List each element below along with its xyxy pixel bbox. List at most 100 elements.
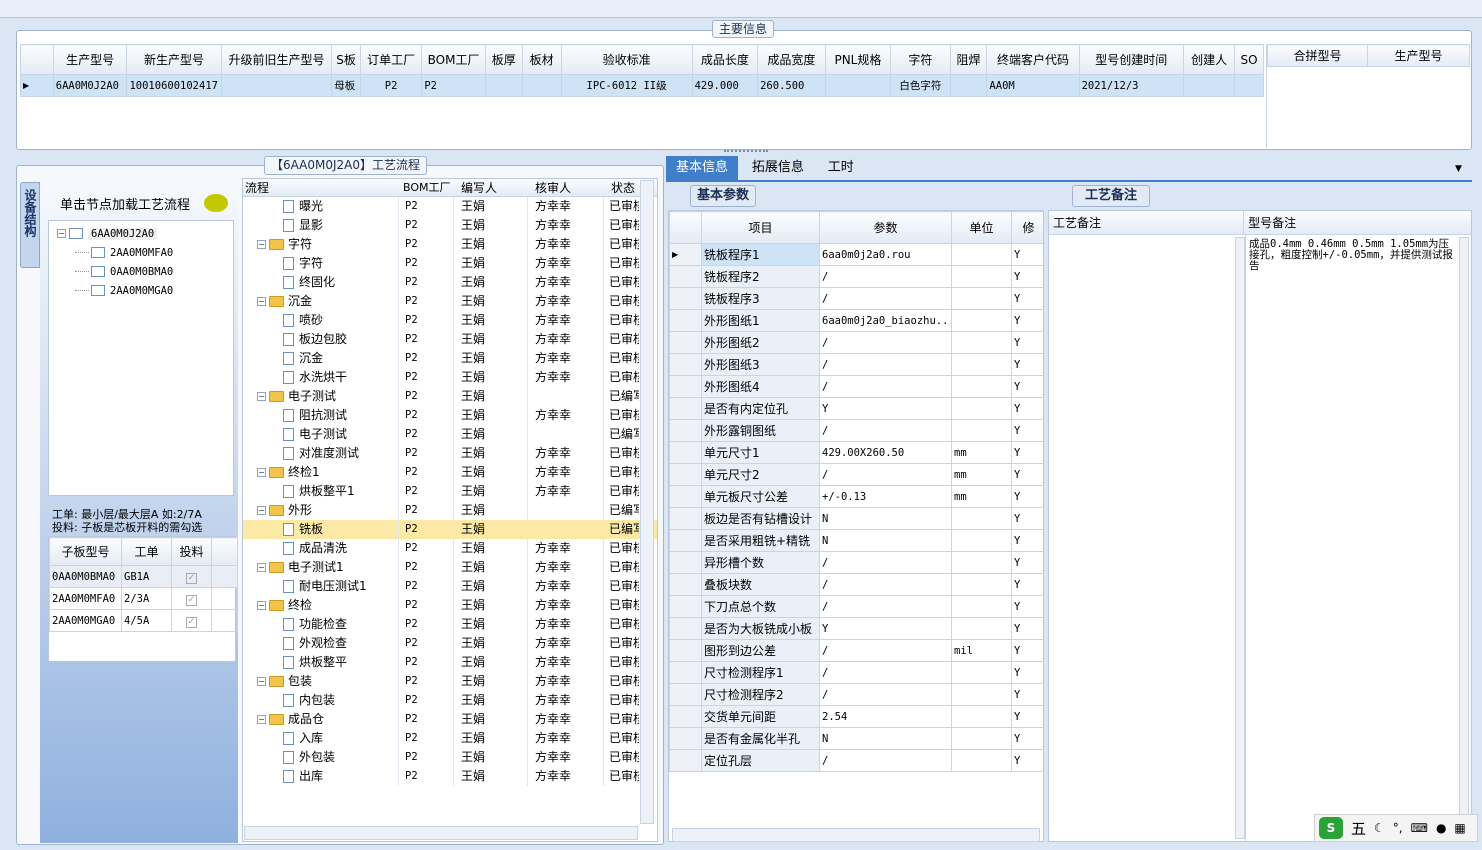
param-row[interactable]: 尺寸检测程序1/ Y xyxy=(669,661,1043,684)
process-row[interactable]: − 电子测试 P2 王娟 已编写 xyxy=(243,387,657,406)
merge-col-model[interactable]: 合拼型号 xyxy=(1267,44,1368,67)
main-cell-6[interactable] xyxy=(484,74,523,97)
param-flag[interactable]: Y xyxy=(1011,617,1043,640)
param-flag[interactable]: Y xyxy=(1011,507,1043,530)
splitter-handle[interactable] xyxy=(724,150,768,154)
param-row[interactable]: 外形露铜图纸 / Y xyxy=(669,419,1043,442)
param-flag[interactable]: Y xyxy=(1011,639,1043,662)
main-col-17[interactable]: SO xyxy=(1234,44,1264,75)
main-cell-5[interactable]: P2 xyxy=(421,74,486,97)
sub-col-order[interactable]: 工单 xyxy=(121,537,172,566)
collapse-icon[interactable]: − xyxy=(257,715,266,724)
collapse-icon[interactable]: − xyxy=(257,506,266,515)
param-flag[interactable]: Y xyxy=(1011,265,1043,288)
col-flow[interactable]: 流程 xyxy=(245,179,269,197)
param-flag[interactable]: Y xyxy=(1011,463,1043,486)
param-value[interactable]: N xyxy=(819,529,952,552)
main-cell-14[interactable]: AA0M xyxy=(986,74,1080,97)
main-col-11[interactable]: PNL规格 xyxy=(824,44,892,75)
params-col-flag[interactable]: 修 xyxy=(1011,211,1043,244)
col-bom[interactable]: BOM工厂 xyxy=(403,179,451,197)
param-value[interactable]: +/-0.13 xyxy=(819,485,952,508)
params-col-item[interactable]: 项目 xyxy=(701,211,820,244)
params-hscroll[interactable] xyxy=(672,828,1040,842)
process-row[interactable]: 烘板整平1 P2 王娟 方幸幸 已审核 xyxy=(243,482,657,501)
params-col-value[interactable]: 参数 xyxy=(819,211,952,244)
param-row[interactable]: 单元尺寸2/mm Y xyxy=(669,463,1043,486)
model-note-text[interactable]: 成品0.4mm 0.46mm 0.5mm 1.05mm为压接孔，粗度控制+/-0… xyxy=(1249,239,1455,272)
param-value[interactable]: 2.54 xyxy=(819,705,952,728)
main-cell-10[interactable]: 260.500 xyxy=(757,74,826,97)
subboard-row[interactable]: 2AA0M0MFA0 2/3A ✓ xyxy=(49,587,238,610)
main-col-12[interactable]: 字符 xyxy=(890,44,951,75)
tree-root-node[interactable]: − 6AA0M0J2A0 xyxy=(57,224,233,243)
sub-col-model[interactable]: 子板型号 xyxy=(49,537,122,566)
param-value[interactable]: / xyxy=(819,287,952,310)
main-col-14[interactable]: 终端客户代码 xyxy=(986,44,1080,75)
process-row[interactable]: − 终检 P2 王娟 方幸幸 已审核 xyxy=(243,596,657,615)
sub-col-feed[interactable]: 投料 xyxy=(171,537,212,566)
process-row[interactable]: 外观检查 P2 王娟 方幸幸 已审核 xyxy=(243,634,657,653)
tab-extended[interactable]: 拓展信息 xyxy=(742,156,814,180)
params-col-unit[interactable]: 单位 xyxy=(951,211,1012,244)
param-row[interactable]: 是否为大板铣成小板 Y Y xyxy=(669,617,1043,640)
main-cell-16[interactable] xyxy=(1182,74,1236,97)
process-row[interactable]: 烘板整平 P2 王娟 方幸幸 已审核 xyxy=(243,653,657,672)
col-reviewer[interactable]: 核审人 xyxy=(535,179,571,197)
process-row[interactable]: 入库 P2 王娟 方幸幸 已审核 xyxy=(243,729,657,748)
param-row[interactable]: 异形槽个数 / Y xyxy=(669,551,1043,574)
feed-checkbox[interactable]: ✓ xyxy=(171,587,212,610)
process-row[interactable]: − 成品仓 P2 王娟 方幸幸 已审核 xyxy=(243,710,657,729)
param-value[interactable]: / xyxy=(819,749,952,772)
param-value[interactable]: / xyxy=(819,595,952,618)
main-cell-8[interactable]: IPC-6012 II级 xyxy=(560,74,693,97)
param-row[interactable]: 单元板尺寸公差 +/-0.13 mm Y xyxy=(669,485,1043,508)
ime-moon-icon[interactable]: ☾ xyxy=(1374,821,1385,835)
param-flag[interactable]: Y xyxy=(1011,727,1043,750)
param-row[interactable]: 外形图纸2/ Y xyxy=(669,331,1043,354)
process-row[interactable]: 出库 P2 王娟 方幸幸 已审核 xyxy=(243,767,657,786)
main-col-10[interactable]: 成品宽度 xyxy=(757,44,826,75)
main-col-4[interactable]: 订单工厂 xyxy=(359,44,423,75)
param-flag[interactable]: Y xyxy=(1011,595,1043,618)
param-value[interactable]: N xyxy=(819,507,952,530)
process-row[interactable]: 内包装 P2 王娟 方幸幸 已审核 xyxy=(243,691,657,710)
col-writer[interactable]: 编写人 xyxy=(461,179,497,197)
param-value[interactable]: 6aa0m0j2a0_biaozhu... xyxy=(819,309,952,332)
collapse-icon[interactable]: − xyxy=(257,468,266,477)
param-flag[interactable]: Y xyxy=(1011,243,1043,266)
param-row[interactable]: 尺寸检测程序2/ Y xyxy=(669,683,1043,706)
main-col-5[interactable]: BOM工厂 xyxy=(421,44,486,75)
param-row[interactable]: 图形到边公差 / mil Y xyxy=(669,639,1043,662)
main-col-3[interactable]: S板 xyxy=(331,44,361,75)
param-row[interactable]: 铣板程序2/ Y xyxy=(669,265,1043,288)
tab-hours[interactable]: 工时 xyxy=(818,156,864,180)
param-flag[interactable]: Y xyxy=(1011,419,1043,442)
main-info-row[interactable]: ▶ 6AA0M0J2A0 10010600102417 母板 P2 P2 IPC-6012… xyxy=(20,74,1264,97)
param-row[interactable]: 铣板程序3/ Y xyxy=(669,287,1043,310)
model-notes-vscroll[interactable] xyxy=(1459,237,1469,839)
param-flag[interactable]: Y xyxy=(1011,573,1043,596)
main-cell-0[interactable]: 6AA0M0J2A0 xyxy=(52,74,128,97)
param-value[interactable]: / xyxy=(819,683,952,706)
main-cell-17[interactable] xyxy=(1234,74,1264,97)
main-col-7[interactable]: 板材 xyxy=(521,44,562,75)
param-flag[interactable]: Y xyxy=(1011,485,1043,508)
param-row[interactable]: 是否采用粗铣+精铣 N Y xyxy=(669,529,1043,552)
param-row[interactable]: 定位孔层 / Y xyxy=(669,749,1043,772)
process-row[interactable]: − 终检1 P2 王娟 方幸幸 已审核 xyxy=(243,463,657,482)
process-row[interactable]: 显影 P2 王娟 方幸幸 已审核 xyxy=(243,216,657,235)
main-col-0[interactable]: 生产型号 xyxy=(52,44,128,75)
main-col-9[interactable]: 成品长度 xyxy=(691,44,759,75)
main-col-8[interactable]: 验收标准 xyxy=(560,44,693,75)
tree-child-node[interactable]: 0AA0M0BMA0 xyxy=(75,262,233,281)
notes-vscroll[interactable] xyxy=(1235,237,1245,839)
main-cell-11[interactable] xyxy=(824,74,892,97)
param-flag[interactable]: Y xyxy=(1011,353,1043,376)
param-row[interactable]: 外形图纸4/ Y xyxy=(669,375,1043,398)
param-value[interactable]: 6aa0m0j2a0.rou xyxy=(819,243,952,266)
process-hscroll[interactable] xyxy=(244,826,638,840)
process-row[interactable]: 耐电压测试1 P2 王娟 方幸幸 已审核 xyxy=(243,577,657,596)
collapse-icon[interactable]: − xyxy=(257,677,266,686)
tabs-dropdown-icon[interactable]: ▼ xyxy=(1455,164,1462,174)
